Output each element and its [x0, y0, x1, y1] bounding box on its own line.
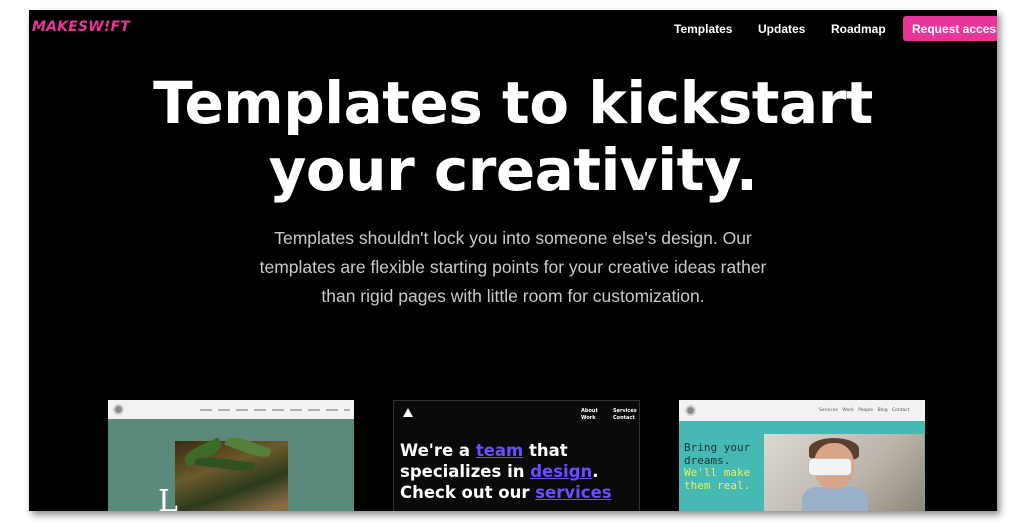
- card-1-logo-icon: [113, 404, 124, 415]
- request-access-button[interactable]: Request access: [903, 16, 997, 41]
- card-1-photo: [175, 433, 288, 511]
- hero-title: Templates to kickstart your creativity.: [29, 70, 997, 204]
- card-3-tagline: Bring your dreams. We'll make them real.: [684, 441, 764, 492]
- card-2-heading-text: We're a: [400, 441, 476, 460]
- hero-title-line-1: Templates to kickstart: [153, 69, 873, 137]
- nav-link-roadmap[interactable]: Roadmap: [831, 22, 886, 36]
- card-3-tagline-line-2: We'll make them real.: [684, 466, 751, 492]
- card-1-heading-letter: L: [158, 484, 178, 511]
- vr-headset-icon: [808, 458, 852, 476]
- hero-subtitle-line-1: Templates shouldn't lock you into someon…: [274, 228, 752, 248]
- browser-viewport: MAKESW!FT Templates Updates Roadmap Requ…: [29, 10, 997, 511]
- card-3-nav: Services Work People Blog Contact: [819, 408, 910, 413]
- card-1-menu-icon: [200, 409, 350, 411]
- triangle-logo-icon: [403, 408, 413, 417]
- card-2-link-design: design: [530, 462, 593, 481]
- card-2-nav-col-2: Services Contact: [613, 408, 637, 421]
- template-card-1[interactable]: L: [108, 400, 354, 511]
- hero-subtitle-line-3: than rigid pages with little room for cu…: [321, 286, 705, 306]
- brand-logo[interactable]: MAKESW!FT: [32, 19, 130, 35]
- card-2-nav-col-1: About Work: [581, 408, 598, 421]
- palm-leaf-icon: [194, 454, 256, 474]
- template-card-2[interactable]: About Work Services Contact We're a team…: [393, 400, 640, 511]
- nav-link-updates[interactable]: Updates: [758, 22, 805, 36]
- card-3-tagline-line-1: Bring your dreams.: [684, 441, 751, 467]
- nav-link-templates[interactable]: Templates: [674, 22, 732, 36]
- card-2-link-services: services: [535, 483, 612, 502]
- template-card-3[interactable]: Services Work People Blog Contact Bring …: [679, 400, 925, 511]
- hero-subtitle: Templates shouldn't lock you into someon…: [213, 224, 813, 311]
- card-3-logo-icon: [685, 405, 696, 416]
- person-body-shape: [802, 487, 868, 511]
- palm-leaf-icon: [224, 433, 272, 461]
- hero-subtitle-line-2: templates are flexible starting points f…: [259, 257, 767, 277]
- top-nav: MAKESW!FT Templates Updates Roadmap Requ…: [29, 10, 997, 48]
- card-2-heading: We're a team that specializes in design.…: [400, 440, 639, 503]
- card-2-link-team: team: [475, 441, 524, 460]
- hero-title-line-2: your creativity.: [268, 136, 758, 204]
